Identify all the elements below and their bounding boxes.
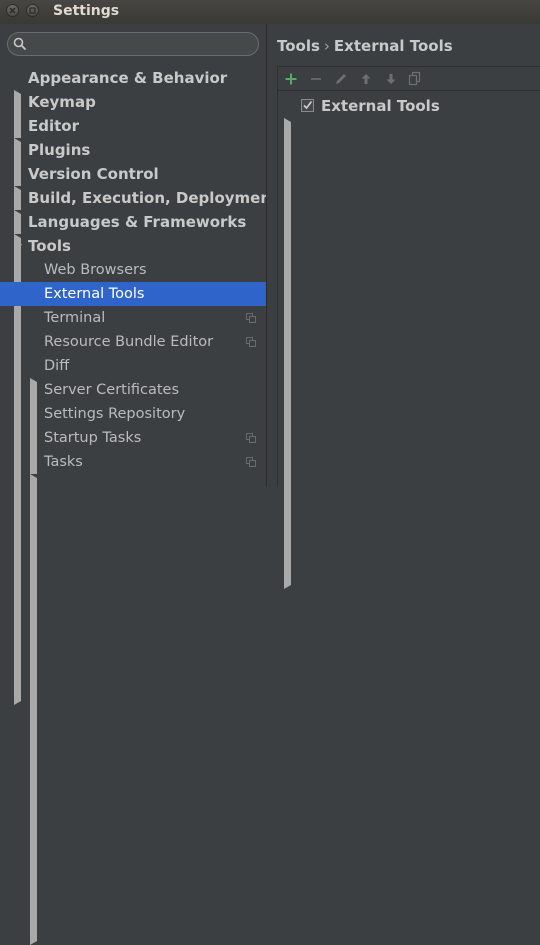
expand-arrow-icon[interactable] bbox=[284, 118, 540, 589]
sidebar-item-label: Tasks bbox=[44, 454, 83, 470]
project-level-copy-icon bbox=[246, 337, 256, 347]
search-input[interactable] bbox=[32, 35, 252, 53]
sidebar-item-label: Keymap bbox=[28, 93, 96, 111]
sidebar-item-version-control[interactable]: Version Control bbox=[0, 162, 294, 657]
settings-content: Tools › External Tools External Tools bbox=[267, 24, 540, 589]
sidebar-item-label: Startup Tasks bbox=[44, 430, 142, 446]
arrow-down-icon bbox=[386, 74, 396, 84]
tool-group-label: External Tools bbox=[321, 97, 440, 115]
sidebar-item-label: Web Browsers bbox=[44, 262, 147, 278]
sidebar-item-keymap[interactable]: Keymap bbox=[0, 90, 266, 114]
sidebar-item-settings-repository[interactable]: Settings Repository bbox=[0, 402, 266, 426]
sidebar-item-external-tools[interactable]: External Tools bbox=[0, 282, 266, 306]
project-level-copy-icon bbox=[246, 433, 256, 443]
close-window-button[interactable] bbox=[6, 4, 19, 17]
sidebar-item-label: Diff bbox=[44, 358, 70, 374]
sidebar-item-label: Languages & Frameworks bbox=[28, 213, 247, 231]
remove-button[interactable] bbox=[308, 71, 324, 87]
minus-icon bbox=[311, 78, 321, 80]
sidebar-item-label: External Tools bbox=[44, 286, 145, 302]
settings-sidebar: Appearance & Behavior Keymap Editor Plugins… bbox=[0, 24, 310, 945]
sidebar-item-label: Editor bbox=[28, 117, 79, 135]
arrow-up-icon bbox=[361, 74, 371, 84]
external-tools-panel: External Tools bbox=[277, 66, 540, 589]
breadcrumb: Tools › External Tools bbox=[277, 37, 453, 55]
sidebar-item-diff[interactable]: Diff bbox=[0, 354, 310, 849]
window-title: Settings bbox=[53, 3, 120, 19]
edit-button[interactable] bbox=[333, 71, 349, 87]
sidebar-item-build-execution-deployment[interactable]: Build, Execution, Deployment bbox=[0, 186, 294, 681]
sidebar-item-label: Tools bbox=[28, 237, 71, 255]
search-icon bbox=[13, 37, 27, 51]
sidebar-item-terminal[interactable]: Terminal bbox=[0, 306, 266, 330]
search-field[interactable] bbox=[7, 32, 259, 56]
collapse-arrow-icon[interactable] bbox=[14, 244, 22, 251]
sidebar-item-editor[interactable]: Editor bbox=[0, 114, 294, 609]
sidebar-item-label: Version Control bbox=[28, 165, 159, 183]
expand-arrow-icon[interactable] bbox=[30, 474, 310, 945]
move-up-button[interactable] bbox=[358, 71, 374, 87]
sidebar-item-label: Appearance & Behavior bbox=[28, 69, 228, 87]
plus-icon bbox=[285, 73, 297, 85]
breadcrumb-separator: › bbox=[323, 37, 330, 55]
tool-group-checkbox[interactable] bbox=[301, 99, 314, 112]
sidebar-item-label: Resource Bundle Editor bbox=[44, 334, 214, 350]
project-level-copy-icon bbox=[246, 313, 256, 323]
sidebar-item-startup-tasks[interactable]: Startup Tasks bbox=[0, 426, 266, 450]
pencil-icon bbox=[336, 74, 346, 84]
sidebar-item-label: Plugins bbox=[28, 141, 91, 159]
title-bar: Settings bbox=[0, 0, 540, 24]
toolbar bbox=[278, 67, 540, 91]
maximize-icon bbox=[29, 7, 36, 14]
move-down-button[interactable] bbox=[383, 71, 399, 87]
add-button[interactable] bbox=[283, 71, 299, 87]
sidebar-item-resource-bundle-editor[interactable]: Resource Bundle Editor bbox=[0, 330, 266, 354]
close-icon bbox=[9, 7, 16, 14]
copy-button[interactable] bbox=[407, 71, 423, 87]
sidebar-item-label: Server Certificates bbox=[44, 382, 180, 398]
tool-group-row[interactable]: External Tools bbox=[278, 94, 540, 589]
sidebar-item-plugins[interactable]: Plugins bbox=[0, 138, 266, 162]
sidebar-item-server-certificates[interactable]: Server Certificates bbox=[0, 378, 266, 402]
breadcrumb-current: External Tools bbox=[333, 37, 453, 55]
copy-icon bbox=[408, 71, 421, 86]
sidebar-item-languages-and-frameworks[interactable]: Languages & Frameworks bbox=[0, 210, 294, 705]
sidebar-item-appearance-and-behavior[interactable]: Appearance & Behavior bbox=[0, 66, 294, 561]
sidebar-item-label: Settings Repository bbox=[44, 406, 186, 422]
sidebar-item-tools[interactable]: Tools bbox=[0, 234, 266, 258]
checkmark-icon bbox=[303, 101, 313, 110]
sidebar-item-web-browsers[interactable]: Web Browsers bbox=[0, 258, 266, 282]
sidebar-item-label: Build, Execution, Deployment bbox=[28, 189, 279, 207]
maximize-window-button[interactable] bbox=[26, 4, 39, 17]
sidebar-item-label: Terminal bbox=[44, 310, 106, 326]
breadcrumb-parent: Tools bbox=[277, 37, 320, 55]
sidebar-item-tasks[interactable]: Tasks bbox=[0, 450, 310, 945]
project-level-copy-icon bbox=[246, 457, 256, 467]
